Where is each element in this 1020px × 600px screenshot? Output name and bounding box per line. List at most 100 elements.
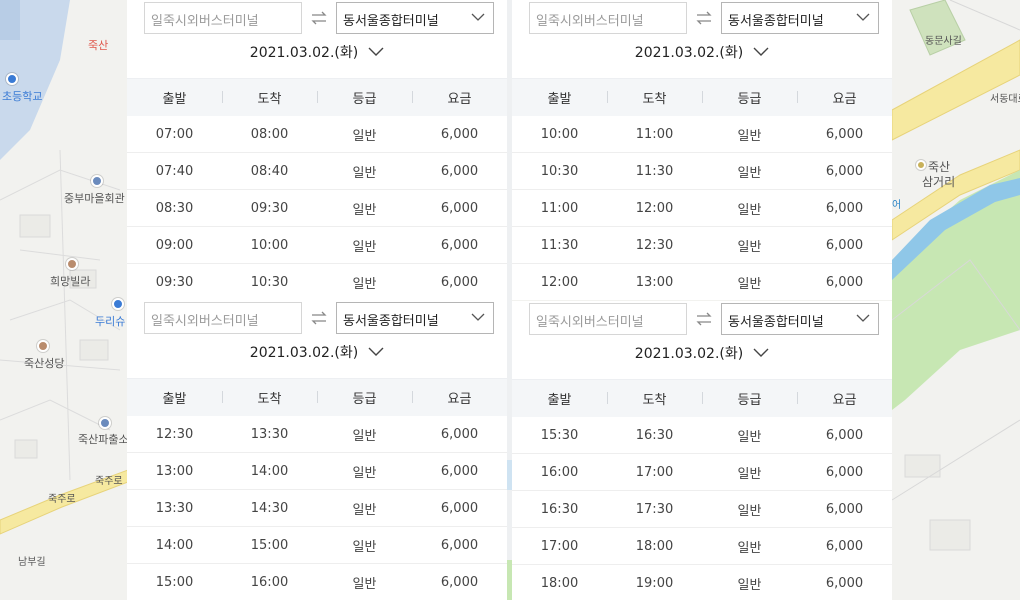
table-cell: 11:00 [635,126,674,142]
date-selector[interactable]: 2021.03.02.(화) [127,342,507,362]
arrival-terminal-select[interactable]: 동서울종합터미널 [336,302,494,334]
map-label-police[interactable]: 죽산파출소 [78,431,129,447]
arrival-terminal-value: 동서울종합터미널 [728,14,824,29]
schedule-table-header: 출발 도착 등급 요금 [127,378,507,416]
arrival-terminal-select[interactable]: 동서울종합터미널 [721,2,879,34]
table-cell: 일반 [352,202,377,218]
table-cell: 6,000 [825,200,864,216]
table-cell: 12:30 [155,426,194,442]
column-header: 등급 [317,388,412,407]
swap-arrows-icon[interactable] [304,2,334,34]
swap-arrows-icon[interactable] [689,303,719,335]
table-row[interactable]: 09:00 10:00 일반 6,000 [127,227,507,264]
arrival-terminal-select[interactable]: 동서울종합터미널 [336,2,494,34]
table-cell: 07:40 [155,163,194,179]
departure-terminal-field[interactable]: 일죽시외버스터미널 [144,2,302,34]
table-row[interactable]: 16:00 17:00 일반 6,000 [512,454,892,491]
column-header: 등급 [702,389,797,408]
departure-terminal-field[interactable]: 일죽시외버스터미널 [529,2,687,34]
table-row[interactable]: 15:00 16:00 일반 6,000 [127,564,507,600]
map-label-huimang[interactable]: 희망빌라 [50,273,90,289]
map-label-samgeori-2[interactable]: 삼거리 [922,173,955,190]
schedule-panel-2: 일죽시외버스터미널 동서울종합터미널 2021.03.02.(화) 출발 도착 등급 요금 1… [512,0,892,300]
table-cell: 일반 [737,165,762,181]
map-label-road-1: 죽주로 [48,494,76,505]
table-cell: 일반 [352,239,377,255]
departure-terminal-field[interactable]: 일죽시외버스터미널 [144,302,302,334]
column-header: 요금 [797,389,892,408]
map-label-nambu: 남부길 [18,557,46,568]
table-cell: 6,000 [440,463,479,479]
schedule-panel-4: 일죽시외버스터미널 동서울종합터미널 2021.03.02.(화) 출발 도착 등급 요금 1… [512,301,892,600]
table-row[interactable]: 08:30 09:30 일반 6,000 [127,190,507,227]
swap-arrows-icon[interactable] [689,2,719,34]
town-hall-icon [91,175,103,187]
map-label-jungbu[interactable]: 중부마을회관 [64,190,125,206]
table-cell: 10:00 [250,237,289,253]
table-row[interactable]: 12:30 13:30 일반 6,000 [127,416,507,453]
table-row[interactable]: 12:00 13:00 일반 6,000 [512,264,892,300]
table-row[interactable]: 07:00 08:00 일반 6,000 [127,116,507,153]
table-row[interactable]: 11:30 12:30 일반 6,000 [512,227,892,264]
date-label: 2021.03.02.(화) [634,45,744,61]
table-cell: 6,000 [825,427,864,443]
table-row[interactable]: 16:30 17:30 일반 6,000 [512,491,892,528]
table-cell: 10:30 [540,163,579,179]
table-row[interactable]: 15:30 16:30 일반 6,000 [512,417,892,454]
table-cell: 일반 [737,540,762,556]
table-row[interactable]: 13:30 14:30 일반 6,000 [127,490,507,527]
table-cell: 6,000 [825,464,864,480]
table-row[interactable]: 09:30 10:30 일반 6,000 [127,264,507,300]
police-icon [99,417,111,429]
table-cell: 일반 [352,576,377,592]
table-cell: 12:00 [635,200,674,216]
table-row[interactable]: 10:00 11:00 일반 6,000 [512,116,892,153]
date-selector[interactable]: 2021.03.02.(화) [127,42,507,62]
schedule-table-body: 07:00 08:00 일반 6,000 07:40 08:40 일반 6,000 08:30 0… [127,116,507,300]
table-cell: 6,000 [440,274,479,290]
table-cell: 17:00 [635,464,674,480]
table-cell: 13:30 [250,426,289,442]
swap-arrows-icon[interactable] [304,302,334,334]
column-header: 요금 [797,88,892,107]
table-row[interactable]: 18:00 19:00 일반 6,000 [512,565,892,600]
table-cell: 일반 [352,539,377,555]
schedule-table-body: 12:30 13:30 일반 6,000 13:00 14:00 일반 6,000 13:30 1… [127,416,507,600]
table-cell: 6,000 [440,426,479,442]
schedule-table-header: 출발 도착 등급 요금 [127,78,507,116]
table-row[interactable]: 11:00 12:00 일반 6,000 [512,190,892,227]
table-cell: 13:00 [635,274,674,290]
map-label-church[interactable]: 죽산성당 [24,355,64,371]
table-cell: 일반 [352,465,377,481]
chevron-down-icon [368,45,384,61]
table-cell: 15:00 [250,537,289,553]
table-row[interactable]: 07:40 08:40 일반 6,000 [127,153,507,190]
column-header: 출발 [547,393,572,408]
route-selector: 일죽시외버스터미널 동서울종합터미널 [144,302,494,334]
map-label-dongmun: 동문사길 [925,36,962,47]
table-row[interactable]: 13:00 14:00 일반 6,000 [127,453,507,490]
map-label-school[interactable]: 초등학교 [2,88,42,104]
column-header: 도착 [222,388,317,407]
table-cell: 일반 [737,503,762,519]
date-selector[interactable]: 2021.03.02.(화) [512,42,892,62]
church-icon [37,340,49,352]
arrival-terminal-value: 동서울종합터미널 [728,315,824,330]
map-label-juksan: 죽산 [88,39,109,52]
arrival-terminal-select[interactable]: 동서울종합터미널 [721,303,879,335]
table-row[interactable]: 10:30 11:30 일반 6,000 [512,153,892,190]
table-cell: 16:30 [540,501,579,517]
chevron-down-icon [753,346,769,362]
table-cell: 6,000 [825,126,864,142]
table-row[interactable]: 17:00 18:00 일반 6,000 [512,528,892,565]
date-label: 2021.03.02.(화) [249,45,359,61]
map-label-duri[interactable]: 두리슈 [95,313,125,329]
departure-terminal-field[interactable]: 일죽시외버스터미널 [529,303,687,335]
date-selector[interactable]: 2021.03.02.(화) [512,343,892,363]
table-cell: 18:00 [540,575,579,591]
table-cell: 08:30 [155,200,194,216]
table-cell: 14:00 [155,537,194,553]
table-row[interactable]: 14:00 15:00 일반 6,000 [127,527,507,564]
table-cell: 14:30 [250,500,289,516]
chevron-down-icon [856,11,870,26]
